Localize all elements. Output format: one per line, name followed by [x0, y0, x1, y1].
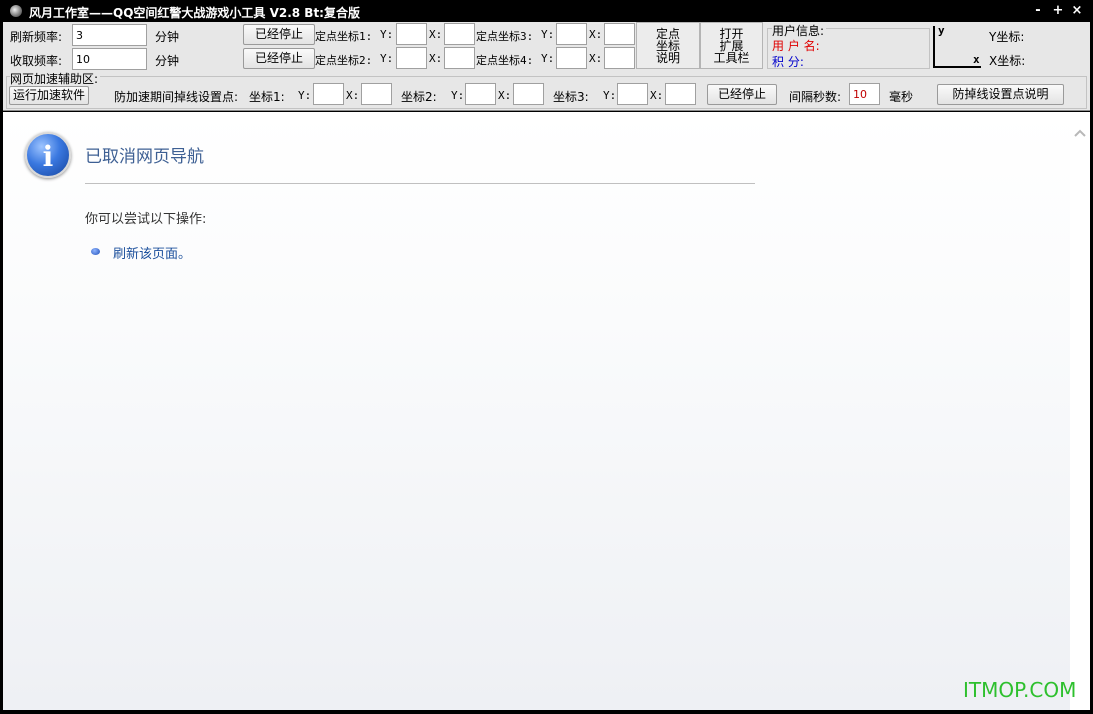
coord3-y-input[interactable]	[556, 23, 587, 45]
interval-label: 间隔秒数:	[789, 90, 842, 104]
app-icon	[10, 5, 22, 17]
coord1-label: 定点坐标1:	[315, 30, 373, 43]
collect-freq-label: 收取频率:	[10, 54, 63, 68]
point2-x-label: X:	[498, 89, 512, 102]
x-axis-label: x	[973, 53, 980, 66]
vertical-scrollbar[interactable]	[1070, 112, 1090, 710]
suggestion-text: 你可以尝试以下操作:	[85, 212, 207, 227]
point1-x-input[interactable]	[361, 83, 392, 105]
stop-button-2[interactable]: 已经停止	[243, 48, 315, 69]
stop-button-1[interactable]: 已经停止	[243, 24, 315, 45]
window-bottom-border	[0, 710, 1093, 714]
x-axis-line	[933, 66, 981, 68]
refresh-page-link[interactable]: 刷新该页面。	[113, 243, 191, 262]
stop-button-3[interactable]: 已经停止	[707, 84, 777, 105]
coord3-label: 定点坐标3:	[476, 30, 534, 43]
scroll-up-chevron-icon[interactable]	[1072, 126, 1088, 140]
refresh-unit-label: 分钟	[155, 30, 180, 44]
point3-x-input[interactable]	[665, 83, 696, 105]
coord4-x-input[interactable]	[604, 47, 635, 69]
bullet-icon	[91, 248, 100, 255]
point2-label: 坐标2:	[401, 90, 437, 104]
anti-drop-help-button[interactable]: 防掉线设置点说明	[937, 84, 1064, 105]
point3-x-label: X:	[650, 89, 664, 102]
run-accel-button[interactable]: 运行加速软件	[9, 86, 89, 105]
maximize-button[interactable]: +	[1050, 3, 1066, 19]
control-panel: 刷新频率: 分钟 已经停止 定点坐标1: Y: X: 定点坐标3: Y: X: …	[3, 22, 1090, 111]
coord1-x-label: X:	[429, 28, 443, 41]
title-divider	[85, 183, 755, 184]
anti-drop-label: 防加速期间掉线设置点:	[114, 90, 239, 104]
points-label: 积 分:	[772, 55, 804, 69]
coord4-y-label: Y:	[541, 52, 555, 65]
x-coord-label: X坐标:	[989, 54, 1026, 68]
point1-label: 坐标1:	[249, 90, 285, 104]
refresh-freq-input[interactable]	[72, 24, 147, 46]
coord-help-button[interactable]: 定点 坐标 说明	[636, 22, 700, 69]
refresh-freq-label: 刷新频率:	[10, 30, 63, 44]
coord-help-line3: 说明	[655, 51, 680, 65]
point3-label: 坐标3:	[553, 90, 589, 104]
watermark: ITMOP.COM	[963, 678, 1077, 702]
point1-y-label: Y:	[298, 89, 312, 102]
coord4-y-input[interactable]	[556, 47, 587, 69]
coord1-x-input[interactable]	[444, 23, 475, 45]
y-coord-label: Y坐标:	[989, 30, 1025, 44]
collect-freq-input[interactable]	[72, 48, 147, 70]
minimize-button[interactable]: -	[1030, 3, 1046, 19]
nav-cancelled-title: 已取消网页导航	[85, 147, 204, 167]
interval-unit-label: 毫秒	[889, 90, 914, 104]
coord2-y-input[interactable]	[396, 47, 427, 69]
interval-input[interactable]	[849, 83, 880, 105]
coord4-x-label: X:	[589, 52, 603, 65]
coord1-y-input[interactable]	[396, 23, 427, 45]
y-axis-line	[933, 26, 935, 68]
close-button[interactable]: ×	[1069, 3, 1085, 19]
point3-y-input[interactable]	[617, 83, 648, 105]
coord3-x-label: X:	[589, 28, 603, 41]
coord2-x-input[interactable]	[444, 47, 475, 69]
point2-y-input[interactable]	[465, 83, 496, 105]
coord2-x-label: X:	[429, 52, 443, 65]
coord2-y-label: Y:	[380, 52, 394, 65]
collect-unit-label: 分钟	[155, 54, 180, 68]
coord3-x-input[interactable]	[604, 23, 635, 45]
point2-x-input[interactable]	[513, 83, 544, 105]
point2-y-label: Y:	[451, 89, 465, 102]
coord4-label: 定点坐标4:	[476, 54, 534, 67]
y-axis-label: y	[938, 24, 945, 37]
title-bar: 风月工作室——QQ空间红警大战游戏小工具 V2.8 Bt:复合版 - + ×	[0, 0, 1093, 22]
point1-y-input[interactable]	[313, 83, 344, 105]
accel-group-label: 网页加速辅助区:	[10, 70, 101, 87]
point3-y-label: Y:	[603, 89, 617, 102]
coord2-label: 定点坐标2:	[315, 54, 373, 67]
open-toolbar-button[interactable]: 打开 扩展 工具栏	[700, 22, 763, 69]
username-label: 用 户 名:	[772, 39, 820, 53]
open-toolbar-line3: 工具栏	[713, 51, 750, 65]
point1-x-label: X:	[346, 89, 360, 102]
info-icon: i	[25, 132, 71, 178]
coord3-y-label: Y:	[541, 28, 555, 41]
window-title: 风月工作室——QQ空间红警大战游戏小工具 V2.8 Bt:复合版	[29, 6, 360, 20]
browser-view: i 已取消网页导航 你可以尝试以下操作: 刷新该页面。	[3, 112, 1070, 710]
coord1-y-label: Y:	[380, 28, 394, 41]
